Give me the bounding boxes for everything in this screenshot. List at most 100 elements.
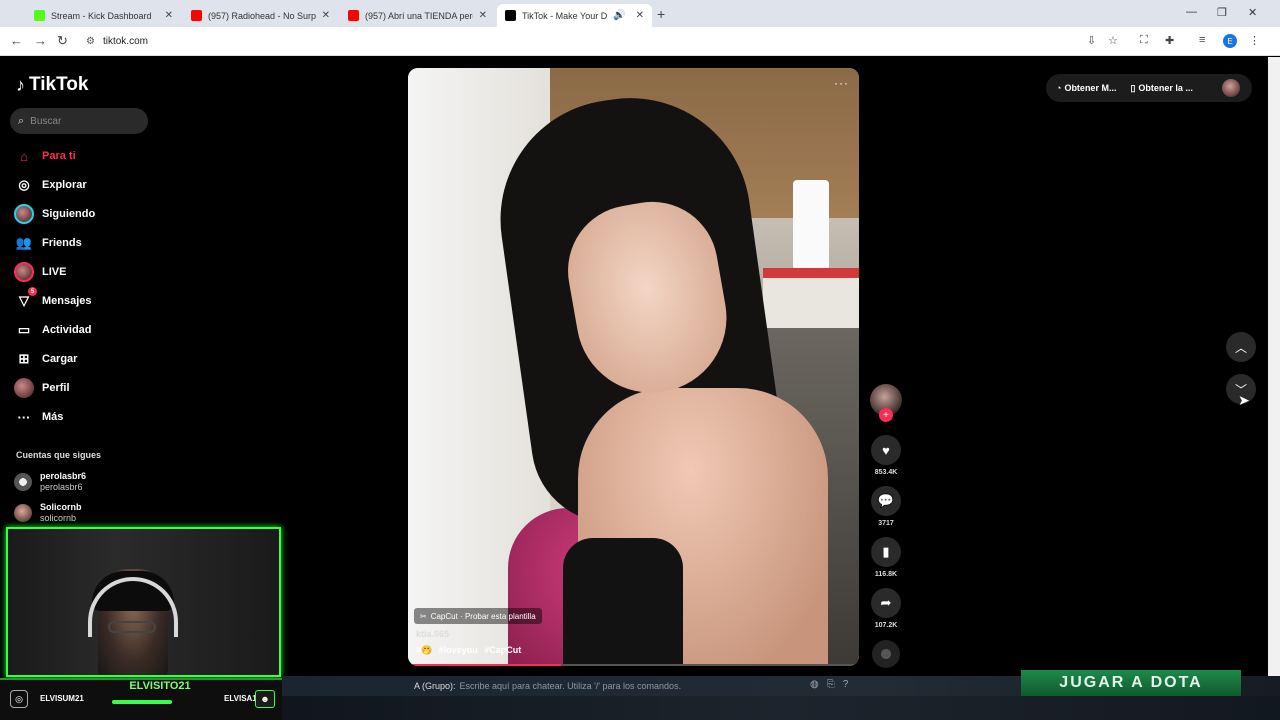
previous-video-button[interactable]: ︿ [1226,332,1256,362]
instagram-icon: ◎ [10,690,28,708]
close-window-icon[interactable]: ✕ [1248,6,1257,19]
sidebar-item-label: Más [42,411,64,423]
screenshot-icon[interactable]: ⛶ [1140,34,1148,47]
sidebar-item-label: Cargar [42,353,78,365]
sidebar-item-friends[interactable]: 👥 Friends [14,233,82,253]
tab-radiohead[interactable]: (957) Radiohead - No Surprises ✕ [183,4,338,27]
hashtag[interactable]: #CapCut [484,645,521,655]
comment-button[interactable]: 💬 3717 [870,486,902,527]
chat-placeholder: Escribe aquí para chatear. Utiliza '/' p… [459,681,682,691]
tiktok-logo[interactable]: ♪ TikTok [16,74,88,96]
video-player[interactable]: ··· ✂ CapCut · Probar esta plantilla kti… [408,68,859,666]
followed-account[interactable]: perolasbr6 perolasbr6 [14,471,86,493]
comment-icon: 💬 [871,486,901,516]
mouse-cursor-icon: ➤ [1238,392,1250,408]
follow-plus-icon[interactable]: + [879,408,893,422]
browser-toolbar: ← → ↻ ⚙ tiktok.com ⇩ ☆ ⛶ ✚ ≡ ⋮ [0,27,1280,56]
bookmark-star-icon[interactable]: ☆ [1108,34,1118,47]
save-button[interactable]: ▮ 116.8K [870,537,902,578]
search-input[interactable]: ⌕ Buscar [10,108,148,134]
sidebar-item-live[interactable]: LIVE [14,262,66,282]
media-icon[interactable]: ≡ [1199,34,1205,46]
sidebar-item-label: Perfil [42,382,70,394]
tab-title: (957) Abrí una TIENDA pero los [365,10,473,21]
more-icon: ··· [17,409,31,425]
brand-name: TikTok [29,74,89,95]
phone-icon: ▯ [1130,82,1136,93]
chat-channel: A (Grupo): [414,681,456,691]
user-avatar[interactable] [1222,79,1240,97]
address-bar[interactable]: ⚙ tiktok.com [80,31,1108,52]
install-app-icon[interactable]: ⇩ [1087,34,1096,47]
sidebar-item-para-ti[interactable]: ⌂ Para ti [14,146,76,166]
translate-icon[interactable]: ⎘ [827,679,835,690]
like-button[interactable]: ♥ 853.4K [870,435,902,476]
minimize-icon[interactable]: — [1186,6,1197,18]
tiktok-favicon-icon [505,10,516,21]
get-coins-label: Obtener M... [1064,83,1117,93]
search-placeholder: Buscar [30,115,62,127]
profile-initial: E [1227,36,1233,46]
sidebar-item-actividad[interactable]: ▭ Actividad [14,320,92,340]
video-progress-fill [408,664,562,666]
sidebar-item-mensajes[interactable]: ▽ 5 Mensajes [14,287,92,311]
speaker-icon[interactable]: 🔊 [613,10,625,21]
play-dota-button[interactable]: JUGAR A DOTA [1021,670,1241,696]
activity-icon: ▭ [17,322,31,337]
coin-icon: ◔ [1056,83,1062,93]
sidebar-item-perfil[interactable]: Perfil [14,378,70,398]
comment-count: 3717 [878,520,894,527]
video-author[interactable]: ktia.065 [416,629,449,639]
forward-icon[interactable]: → [34,33,47,48]
reload-icon[interactable]: ↻ [57,33,68,49]
sidebar-item-mas[interactable]: ··· Más [14,407,64,427]
back-icon[interactable]: ← [10,33,23,48]
top-right-actions: ◔ Obtener M... ▯ Obtener la ... [1046,74,1252,102]
sidebar-item-siguiendo[interactable]: Siguiendo [14,204,95,224]
followed-account[interactable]: Solicornb solicornb [14,502,82,524]
video-options-icon[interactable]: ··· [834,76,849,90]
sidebar-item-label: Para ti [42,150,76,162]
account-name: Solicornb [40,502,82,512]
following-heading: Cuentas que sigues [16,450,102,460]
tab-title: TikTok - Make Your Day [522,10,608,21]
account-handle: perolasbr6 [40,482,83,492]
discord-handle: ELVISA1 [224,694,257,703]
tab-kick-dashboard[interactable]: Stream - Kick Dashboard ✕ [26,4,181,27]
close-tab-icon[interactable]: ✕ [636,10,644,21]
profile-icon [14,378,34,398]
video-hashtags: #🤭 #loveyou #CapCut [416,645,525,656]
restore-icon[interactable]: ❐ [1217,6,1227,19]
globe-icon[interactable]: ◍ [810,679,819,690]
tab-title: Stream - Kick Dashboard [51,10,152,21]
hashtag[interactable]: #loveyou [439,645,478,655]
tab-tienda[interactable]: (957) Abrí una TIENDA pero los ✕ [340,4,495,27]
get-app-button[interactable]: ▯ Obtener la ... [1130,83,1192,94]
close-tab-icon[interactable]: ✕ [479,10,487,21]
sidebar-item-label: Mensajes [42,295,92,307]
sidebar-item-cargar[interactable]: ⊞ Cargar [14,349,78,369]
video-progress-bar[interactable] [408,664,859,666]
get-coins-button[interactable]: ◔ Obtener M... [1056,83,1116,93]
close-tab-icon[interactable]: ✕ [322,10,330,21]
browser-profile-avatar[interactable]: E [1223,34,1237,48]
site-settings-icon[interactable]: ⚙ [86,36,95,47]
menu-kebab-icon[interactable]: ⋮ [1249,34,1260,47]
music-disc-icon[interactable] [872,640,900,668]
sidebar-item-explorar[interactable]: ◎ Explorar [14,175,86,195]
webcam-accent-bar [112,700,172,704]
extensions-icon[interactable]: ✚ [1165,34,1174,47]
tab-title: (957) Radiohead - No Surprises [208,10,316,21]
help-icon[interactable]: ? [843,679,849,690]
new-tab-icon[interactable]: + [657,6,665,22]
share-button[interactable]: ➦ 107.2K [870,588,902,629]
page-scrollbar[interactable] [1268,57,1280,720]
capcut-template-link[interactable]: ✂ CapCut · Probar esta plantilla [414,608,542,624]
instagram-handle: ELVISUM21 [40,694,84,703]
close-tab-icon[interactable]: ✕ [165,10,173,21]
avatar [14,504,32,522]
home-icon: ⌂ [20,148,28,164]
tab-tiktok[interactable]: TikTok - Make Your Day 🔊 ✕ [497,4,652,27]
hashtag[interactable]: #🤭 [416,645,432,655]
upload-icon: ⊞ [18,351,30,366]
